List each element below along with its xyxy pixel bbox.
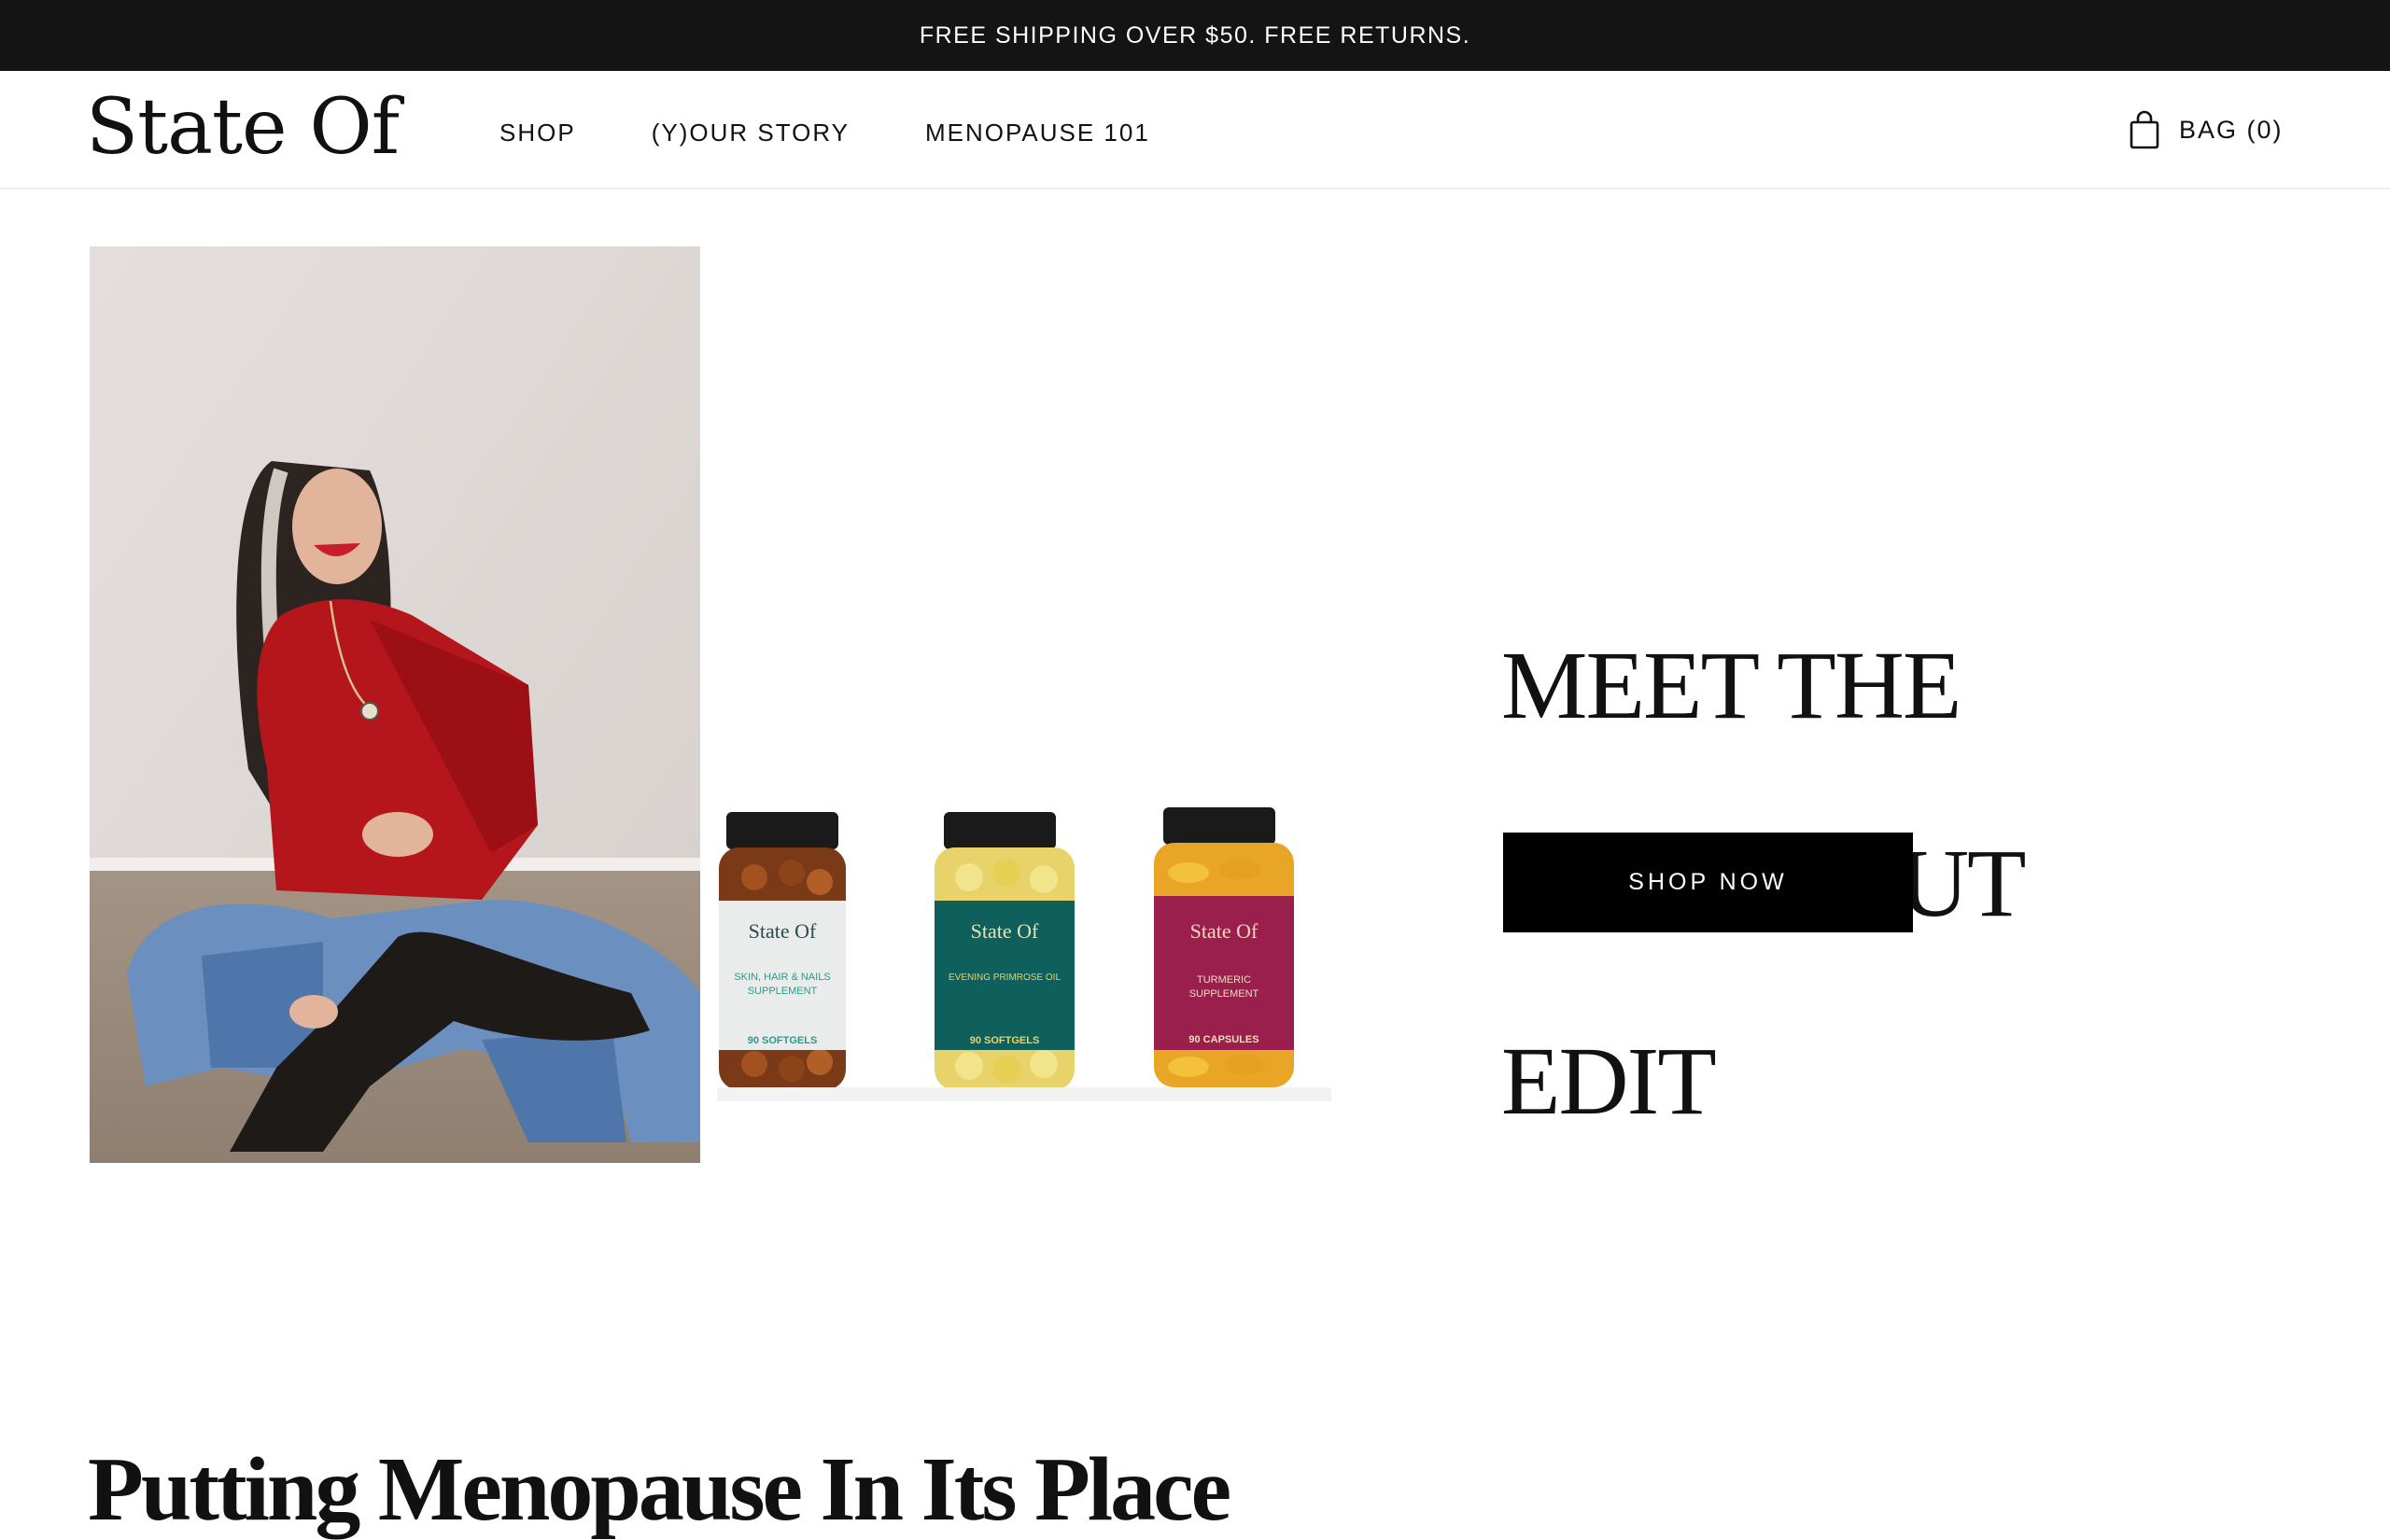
announcement-text: FREE SHIPPING OVER $50. FREE RETURNS.	[919, 21, 1471, 49]
svg-text:90 SOFTGELS: 90 SOFTGELS	[970, 1035, 1040, 1046]
main-nav: SHOP (Y)OUR STORY MENOPAUSE 101	[499, 119, 1226, 147]
nav-item-shop[interactable]: SHOP	[499, 119, 576, 147]
svg-text:SUPPLEMENT: SUPPLEMENT	[748, 986, 818, 997]
model-illustration	[90, 246, 700, 1163]
svg-text:TURMERIC: TURMERIC	[1197, 974, 1251, 986]
bottle-cool: State Of EVENING PRIMROSE OIL 90 SOFTGEL…	[935, 812, 1075, 1090]
svg-text:SKIN, HAIR & NAILS: SKIN, HAIR & NAILS	[734, 972, 830, 983]
hero-model-photo	[90, 246, 700, 1163]
nav-item-your-story[interactable]: (Y)OUR STORY	[652, 119, 850, 147]
bottles-illustration: State Of SKIN, HAIR & NAILS SUPPLEMENT 9…	[717, 807, 1331, 1101]
svg-text:State Of: State Of	[1190, 919, 1258, 943]
shop-now-button[interactable]: SHOP NOW	[1503, 833, 1913, 932]
bottle-1-brand: State Of	[749, 919, 817, 943]
product-bottles: State Of SKIN, HAIR & NAILS SUPPLEMENT 9…	[717, 803, 1331, 1101]
svg-text:SUPPLEMENT: SUPPLEMENT	[1189, 988, 1259, 1000]
bottle-repair: State Of SKIN, HAIR & NAILS SUPPLEMENT 9…	[719, 812, 846, 1090]
nav-item-menopause-101[interactable]: MENOPAUSE 101	[925, 119, 1150, 147]
hero-title-line-1: MEET THE	[1501, 631, 1961, 739]
section-title: Putting Menopause In Its Place	[88, 1439, 1231, 1540]
site-logo[interactable]: State Of	[86, 90, 400, 166]
bag-label: BAG (0)	[2179, 115, 2284, 144]
svg-text:90 CAPSULES: 90 CAPSULES	[1188, 1034, 1258, 1045]
svg-text:90 SOFTGELS: 90 SOFTGELS	[748, 1035, 818, 1046]
shopping-bag-icon	[2130, 110, 2159, 149]
site-header: State Of SHOP (Y)OUR STORY MENOPAUSE 101…	[0, 71, 2390, 189]
bottle-relief: State Of TURMERIC SUPPLEMENT 90 CAPSULES	[1154, 807, 1294, 1087]
hero-title-line-3: EDIT	[1501, 1027, 1717, 1135]
svg-text:EVENING PRIMROSE OIL: EVENING PRIMROSE OIL	[949, 973, 1061, 983]
announcement-bar: FREE SHIPPING OVER $50. FREE RETURNS.	[0, 0, 2390, 71]
bag-button[interactable]: BAG (0)	[2129, 110, 2284, 149]
svg-text:State Of: State Of	[971, 919, 1039, 943]
